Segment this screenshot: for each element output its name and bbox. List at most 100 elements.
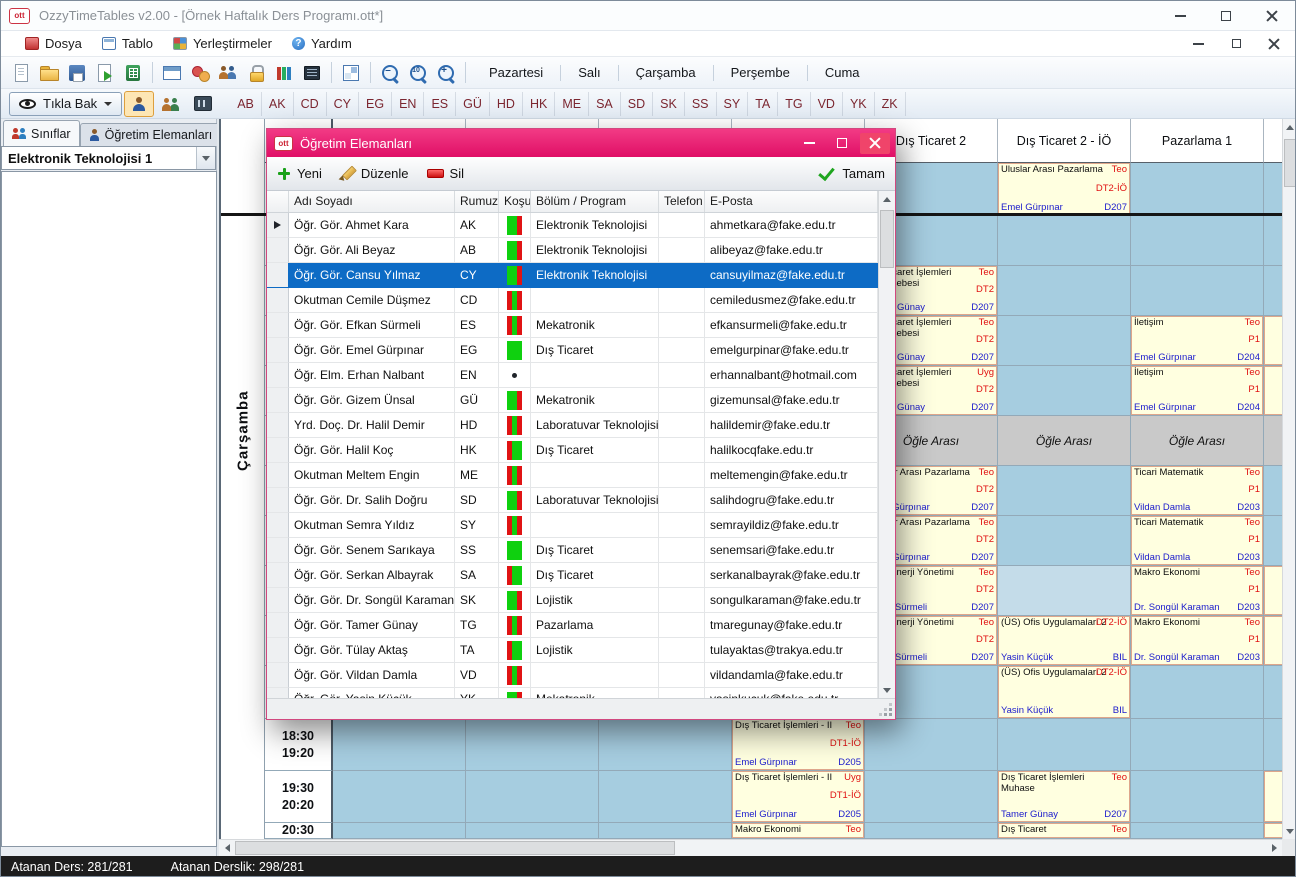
edit-teacher-button[interactable]: Düzenle xyxy=(340,166,409,181)
timetable-cell[interactable] xyxy=(1264,266,1282,316)
teacher-code-cd[interactable]: CD xyxy=(294,92,327,116)
teacher-row[interactable]: Okutman Cemile DüşmezCDcemiledusmez@fake… xyxy=(267,288,878,313)
board-button[interactable] xyxy=(298,59,326,86)
timetable-cell[interactable] xyxy=(1131,266,1264,316)
timetable-horizontal-scrollbar[interactable] xyxy=(219,839,1282,856)
menu-dosya[interactable]: Dosya xyxy=(15,33,92,54)
export-excel-button[interactable] xyxy=(119,59,147,86)
teacher-row[interactable]: Öğr. Gör. Cansu YılmazCYElektronik Tekno… xyxy=(267,263,878,288)
dialog-scroll-thumb[interactable] xyxy=(880,210,894,268)
teacher-row[interactable]: Öğr. Gör. Vildan DamlaVDvildandamla@fake… xyxy=(267,663,878,688)
timetable-cell[interactable] xyxy=(998,466,1131,516)
teacher-row[interactable]: Öğr. Gör. Yasin KüçükYKMekatronikyasinku… xyxy=(267,688,878,698)
timetable-cell[interactable] xyxy=(998,566,1131,616)
timetable-cell[interactable] xyxy=(865,771,998,823)
timetable-cell[interactable] xyxy=(1264,516,1282,566)
teacher-code-en[interactable]: EN xyxy=(392,92,424,116)
timetable-cell[interactable] xyxy=(998,266,1131,316)
timetable-cell[interactable] xyxy=(1131,719,1264,771)
dialog-title-bar[interactable]: Öğretim Elemanları xyxy=(267,129,895,157)
day-tab-5[interactable]: Cuma xyxy=(813,60,872,85)
teacher-code-sa[interactable]: SA xyxy=(589,92,621,116)
timetable-cell[interactable] xyxy=(1264,163,1282,216)
teacher-code-tg[interactable]: TG xyxy=(778,92,810,116)
timetable-cell[interactable] xyxy=(333,719,466,771)
course-cell[interactable]: İletişimEmel GürpınarTeoP1D204 xyxy=(1131,366,1264,416)
timetable-cell[interactable] xyxy=(865,823,998,839)
teacher-code-gü[interactable]: GÜ xyxy=(456,92,490,116)
course-cell[interactable]: Dış Ticaret İşlemleri - IIEmel GürpınarU… xyxy=(732,771,865,823)
teacher-row[interactable]: Öğr. Gör. Dr. Salih DoğruSDLaboratuvar T… xyxy=(267,488,878,513)
scroll-down-button[interactable] xyxy=(1283,823,1296,839)
teacher-row[interactable]: Okutman Semra YıldızSYsemrayildiz@fake.e… xyxy=(267,513,878,538)
course-cell[interactable]: Makro EkonomiDr. Songül KaramanTeoP1D203 xyxy=(1131,616,1264,666)
teacher-row[interactable]: Öğr. Elm. Erhan NalbantENerhannalbant@ho… xyxy=(267,363,878,388)
teacher-code-sk[interactable]: SK xyxy=(653,92,685,116)
teacher-code-ta[interactable]: TA xyxy=(748,92,778,116)
tab-classes[interactable]: Sınıflar xyxy=(3,120,80,146)
timetable-cell[interactable] xyxy=(466,771,599,823)
teacher-row[interactable]: Öğr. Gör. Halil KoçHKDış Ticarethalilkoc… xyxy=(267,438,878,463)
zoom-in-button[interactable] xyxy=(432,59,460,86)
timetable-cell[interactable] xyxy=(466,719,599,771)
new-teacher-button[interactable]: Yeni xyxy=(277,166,322,181)
timetable-cell[interactable] xyxy=(998,216,1131,266)
teacher-row[interactable]: Okutman Meltem EnginMEmeltemengin@fake.e… xyxy=(267,463,878,488)
course-cell[interactable]: (ÜS) Ofis Uygulamaları 2Yasin KüçükDT2-İ… xyxy=(998,666,1131,719)
course-cell[interactable] xyxy=(1264,316,1282,366)
course-cell[interactable]: Ticari MatematikVildan DamlaTeoP1D203 xyxy=(1131,466,1264,516)
timetable-cell[interactable] xyxy=(466,823,599,839)
timetable-cell[interactable] xyxy=(333,771,466,823)
zoom-out-button[interactable] xyxy=(376,59,404,86)
teachers-button[interactable] xyxy=(214,59,242,86)
timetable-cell[interactable] xyxy=(1264,216,1282,266)
course-cell[interactable]: (ÜS) Ofis Uygulamaları 2Yasin KüçükDT2-İ… xyxy=(998,616,1131,666)
lock-button[interactable] xyxy=(242,59,270,86)
mdi-restore-button[interactable] xyxy=(1227,36,1245,52)
course-cell[interactable] xyxy=(1264,366,1282,416)
course-cell[interactable]: Ticari MatematikVildan DamlaTeoP1D203 xyxy=(1131,516,1264,566)
timetable-cell[interactable] xyxy=(599,719,732,771)
course-cell[interactable] xyxy=(1264,616,1282,666)
teacher-row[interactable]: Öğr. Gör. Ali BeyazABElektronik Teknoloj… xyxy=(267,238,878,263)
timetable-cell[interactable] xyxy=(599,771,732,823)
teacher-row[interactable]: Öğr. Gör. Efkan SürmeliESMekatronikefkan… xyxy=(267,313,878,338)
day-tab-2[interactable]: Salı xyxy=(566,60,612,85)
schedule-view-button[interactable] xyxy=(188,91,218,117)
teacher-code-ss[interactable]: SS xyxy=(685,92,717,116)
library-button[interactable] xyxy=(270,59,298,86)
dialog-close-button[interactable] xyxy=(860,133,890,154)
course-cell[interactable]: Makro EkonomiDr. Songül KaramanTeoP1D203 xyxy=(1131,566,1264,616)
mdi-close-button[interactable] xyxy=(1265,36,1283,52)
minimize-button[interactable] xyxy=(1157,1,1203,30)
teacher-code-yk[interactable]: YK xyxy=(843,92,875,116)
timetable-cell[interactable] xyxy=(1131,216,1264,266)
day-tab-4[interactable]: Perşembe xyxy=(719,60,802,85)
save-button[interactable] xyxy=(63,59,91,86)
menu-yardim[interactable]: Yardım xyxy=(282,33,362,54)
course-cell[interactable]: Dış Ticaret İşlemleri - IIEmel GürpınarT… xyxy=(732,719,865,771)
click-view-button[interactable]: Tıkla Bak xyxy=(9,92,122,116)
day-tab-3[interactable]: Çarşamba xyxy=(624,60,708,85)
assign-wizard-button[interactable] xyxy=(186,59,214,86)
delete-teacher-button[interactable]: Sil xyxy=(427,166,464,181)
scroll-left-button[interactable] xyxy=(219,840,235,856)
course-cell[interactable]: Dış TicaretTeo xyxy=(998,823,1131,839)
timetable-cell[interactable] xyxy=(599,823,732,839)
menu-tablo[interactable]: Tablo xyxy=(92,33,163,54)
open-file-button[interactable] xyxy=(35,59,63,86)
teacher-row[interactable]: Öğr. Gör. Tamer GünayTGPazarlamatmaregun… xyxy=(267,613,878,638)
scroll-right-button[interactable] xyxy=(1266,840,1282,856)
new-file-button[interactable] xyxy=(7,59,35,86)
class-view-button[interactable] xyxy=(156,91,186,117)
class-selector[interactable]: Elektronik Teknolojisi 1 xyxy=(1,146,216,170)
scroll-track[interactable] xyxy=(675,840,1266,856)
course-cell[interactable]: Makro EkonomiTeo xyxy=(732,823,865,839)
teacher-code-hd[interactable]: HD xyxy=(490,92,523,116)
horizontal-scroll-thumb[interactable] xyxy=(235,841,675,855)
vertical-scroll-thumb[interactable] xyxy=(1284,139,1296,187)
teacher-row[interactable]: Öğr. Gör. Ahmet KaraAKElektronik Teknolo… xyxy=(267,213,878,238)
scroll-up-button[interactable] xyxy=(1283,119,1296,135)
export-file-button[interactable] xyxy=(91,59,119,86)
teacher-code-ab[interactable]: AB xyxy=(230,92,262,116)
